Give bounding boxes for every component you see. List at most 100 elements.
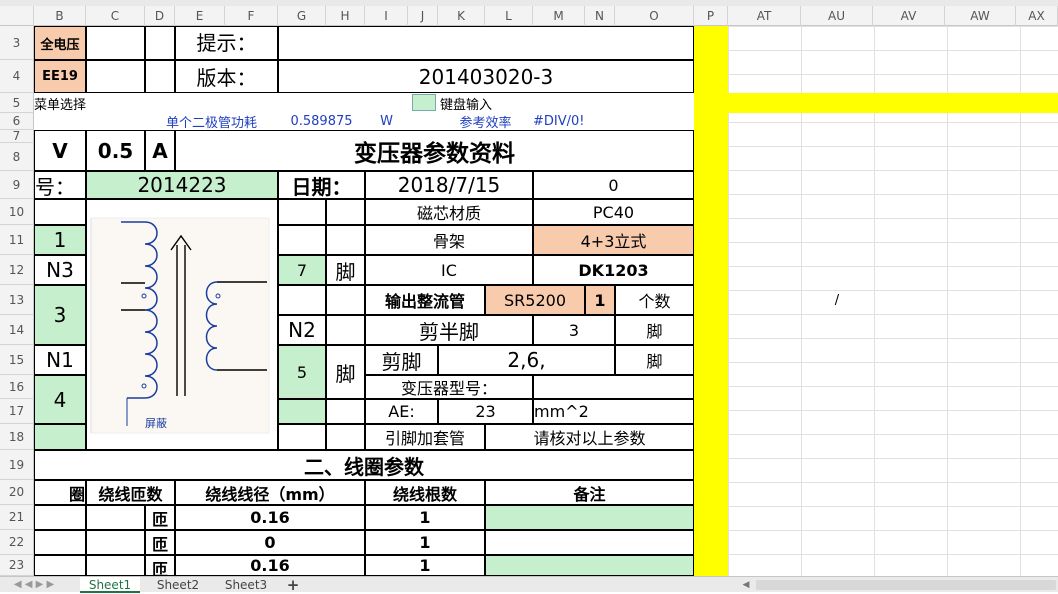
cell-c21[interactable]: [86, 505, 145, 530]
horizontal-scrollbar[interactable]: [756, 580, 1056, 590]
row-header[interactable]: 6: [0, 113, 34, 130]
cell-e3[interactable]: 提示：: [175, 26, 278, 60]
cell-b4[interactable]: EE19: [34, 60, 86, 93]
cell-c23[interactable]: [86, 555, 145, 576]
col-header[interactable]: O: [615, 6, 694, 26]
row-header[interactable]: 5: [0, 93, 34, 113]
cell-model-number[interactable]: 2014223: [86, 171, 278, 199]
cell-j22[interactable]: 1: [365, 530, 485, 555]
cell-j23[interactable]: 1: [365, 555, 485, 576]
cell-bobbin-label[interactable]: 骨架: [365, 225, 533, 255]
cell-pin-label-15[interactable]: 脚: [615, 345, 694, 375]
row-header[interactable]: 13: [0, 285, 34, 315]
cell-ic[interactable]: DK1203: [533, 255, 694, 285]
cell-rectifier[interactable]: SR5200: [485, 285, 585, 315]
row-header[interactable]: 19: [0, 450, 34, 480]
cell-b22[interactable]: [34, 530, 86, 555]
cell-transformer-model-label[interactable]: 变压器型号：: [365, 375, 533, 399]
col-header[interactable]: C: [86, 6, 145, 26]
cell-sleeve-label[interactable]: 引脚加套管: [365, 424, 485, 450]
cell-g17[interactable]: [278, 399, 326, 424]
cell-b7[interactable]: V: [34, 130, 86, 171]
cell-b23[interactable]: [34, 555, 86, 576]
cell-b13[interactable]: 3: [34, 285, 86, 345]
col-header[interactable]: P: [694, 6, 728, 26]
cell-c7[interactable]: 0.5: [86, 130, 145, 171]
cell-b3[interactable]: 全电压: [34, 26, 86, 60]
row-header[interactable]: 20: [0, 480, 34, 505]
cell-turns-header[interactable]: 绕线匝数: [86, 480, 175, 505]
cell-d21[interactable]: 匝: [145, 505, 175, 530]
cell-half-cut-label[interactable]: 剪半脚: [365, 315, 533, 345]
cell-g3[interactable]: [278, 26, 694, 60]
cell-e22[interactable]: 0: [175, 530, 365, 555]
scroll-left-icon[interactable]: ◀: [740, 577, 752, 593]
cell-l21[interactable]: [485, 505, 694, 530]
cell-notes-header[interactable]: 备注: [485, 480, 694, 505]
cell-ic-label[interactable]: IC: [365, 255, 533, 285]
sheet-title[interactable]: 变压器参数资料: [175, 130, 694, 171]
cell-date-label[interactable]: 日期：: [278, 171, 365, 199]
cell-j21[interactable]: 1: [365, 505, 485, 530]
cell-n9[interactable]: 0: [533, 171, 694, 199]
cell-d7[interactable]: A: [145, 130, 175, 171]
cell-h13[interactable]: [326, 285, 365, 315]
cell-h11[interactable]: [326, 225, 365, 255]
col-header[interactable]: AU: [801, 6, 873, 26]
row-header[interactable]: 23: [0, 555, 34, 576]
cell-h10[interactable]: [326, 199, 365, 225]
cell-g12[interactable]: 7: [278, 255, 326, 285]
row-header[interactable]: 12: [0, 255, 34, 285]
cell-b11[interactable]: 1: [34, 225, 86, 255]
cell-g13[interactable]: [278, 285, 326, 315]
cell-ae-unit[interactable]: mm^2: [533, 399, 694, 424]
cell-l22[interactable]: [485, 530, 694, 555]
col-header[interactable]: K: [438, 6, 485, 26]
cell-b18[interactable]: [34, 424, 86, 450]
col-header[interactable]: F: [225, 6, 278, 26]
cell-h18[interactable]: [326, 424, 365, 450]
col-header[interactable]: I: [365, 6, 408, 26]
row-header[interactable]: 17: [0, 399, 34, 424]
col-header[interactable]: B: [34, 6, 86, 26]
cell-h15[interactable]: 脚: [326, 345, 365, 399]
cell-b15[interactable]: N1: [34, 345, 86, 375]
cell-e23[interactable]: 0.16: [175, 555, 365, 576]
cell-pin-label-14[interactable]: 脚: [615, 315, 694, 345]
col-header[interactable]: D: [145, 6, 175, 26]
cell-half-cut[interactable]: 3: [533, 315, 615, 345]
col-header[interactable]: G: [278, 6, 326, 26]
cell-c22[interactable]: [86, 530, 145, 555]
tab-sheet1[interactable]: Sheet1: [80, 577, 140, 593]
tab-sheet3[interactable]: Sheet3: [216, 577, 276, 593]
row-header[interactable]: 22: [0, 530, 34, 555]
cell-e21[interactable]: 0.16: [175, 505, 365, 530]
col-header[interactable]: H: [326, 6, 365, 26]
col-header[interactable]: AT: [728, 6, 801, 26]
cell-d22[interactable]: 匝: [145, 530, 175, 555]
cell-g10[interactable]: [278, 199, 326, 225]
cell-diode-loss-label[interactable]: 单个二极管功耗: [145, 113, 278, 130]
cell-h14[interactable]: [326, 315, 365, 345]
col-header[interactable]: L: [485, 6, 533, 26]
cell-d3[interactable]: [145, 26, 175, 60]
row-header[interactable]: 16: [0, 375, 34, 399]
col-header[interactable]: AV: [873, 6, 945, 26]
col-header[interactable]: N: [585, 6, 615, 26]
col-header[interactable]: AW: [945, 6, 1016, 26]
cell-c4[interactable]: [86, 60, 145, 93]
cell-efficiency-label[interactable]: 参考效率: [438, 113, 533, 130]
cell-ae-label[interactable]: AE:: [365, 399, 438, 424]
cell-g18[interactable]: [278, 424, 326, 450]
cell-efficiency-value[interactable]: #DIV/0!: [533, 113, 615, 130]
cell-d23[interactable]: 匝: [145, 555, 175, 576]
coil-section-title[interactable]: 二、线圈参数: [34, 450, 694, 480]
cell-core-material[interactable]: PC40: [533, 199, 694, 225]
col-header[interactable]: AX: [1016, 6, 1058, 26]
cell-b21[interactable]: [34, 505, 86, 530]
cell-l23[interactable]: [485, 555, 694, 576]
cell-wire-dia-header[interactable]: 绕线线径（mm）: [175, 480, 365, 505]
row-header[interactable]: 14: [0, 315, 34, 345]
add-sheet-icon[interactable]: +: [282, 577, 304, 593]
row-header[interactable]: 18: [0, 424, 34, 450]
